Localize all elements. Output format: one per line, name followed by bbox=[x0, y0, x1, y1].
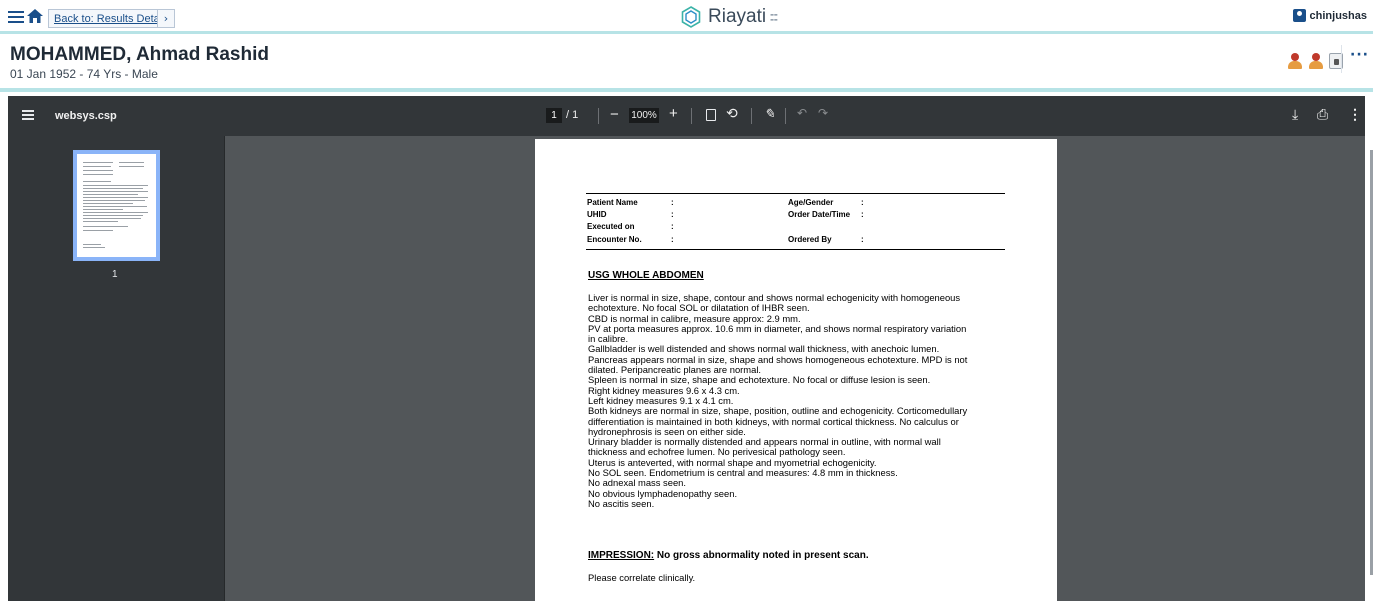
undo-icon[interactable]: ↶ bbox=[797, 106, 807, 120]
brand-tagline-mark: ▬▬ ▬▬ bbox=[770, 12, 778, 22]
menu-icon[interactable] bbox=[8, 11, 24, 23]
pdf-toolbar: websys.csp 1 / 1 − 100% + ⟲ ✎ ↶ ↷ ⤓ ⎙ ⋮ bbox=[8, 96, 1365, 136]
impression-label: IMPRESSION: bbox=[588, 550, 655, 561]
header-colon: : bbox=[671, 235, 674, 244]
header-label: Order Date/Time bbox=[788, 210, 851, 219]
thumbnail-sidebar: 1 bbox=[8, 136, 225, 601]
chevron-right-icon[interactable]: › bbox=[157, 9, 175, 28]
toolbar-divider bbox=[751, 108, 752, 124]
header-label: Age/Gender bbox=[788, 198, 834, 207]
report-title: USG WHOLE ABDOMEN bbox=[588, 270, 704, 281]
report-line: No ascitis seen. bbox=[588, 497, 655, 509]
header-colon: : bbox=[861, 210, 864, 219]
patient-alert-icon[interactable] bbox=[1287, 53, 1302, 69]
patient-alert-icons bbox=[1287, 53, 1343, 69]
brand-name: Riayati bbox=[708, 6, 767, 27]
zoom-out-icon[interactable]: − bbox=[610, 106, 619, 123]
brand-logo: Riayati ▬▬ ▬▬ bbox=[680, 6, 786, 28]
zoom-level-input[interactable]: 100% bbox=[629, 108, 659, 123]
header-label: UHID bbox=[587, 210, 607, 219]
page-total: / 1 bbox=[566, 109, 579, 121]
patient-alert-icon[interactable] bbox=[1308, 53, 1323, 69]
header-colon: : bbox=[671, 198, 674, 207]
patient-details: 01 Jan 1952 - 74 Yrs - Male bbox=[10, 67, 158, 81]
user-name: chinjushas bbox=[1309, 9, 1367, 22]
header-colon: : bbox=[671, 210, 674, 219]
zoom-in-icon[interactable]: + bbox=[669, 105, 678, 122]
print-icon[interactable]: ⎙ bbox=[1317, 106, 1328, 123]
header-label: Ordered By bbox=[788, 235, 832, 244]
fit-to-page-icon[interactable] bbox=[706, 109, 716, 121]
top-navigation-bar: Back to: Results Detail › Riayati ▬▬ ▬▬ c… bbox=[0, 0, 1373, 34]
header-colon: : bbox=[861, 235, 864, 244]
header-colon: : bbox=[861, 198, 864, 207]
report-header-table: Patient Name : Age/Gender : UHID : Order… bbox=[586, 193, 1005, 250]
pdf-page: Patient Name : Age/Gender : UHID : Order… bbox=[535, 139, 1057, 609]
patient-banner: MOHAMMED, Ahmad Rashid 01 Jan 1952 - 74 … bbox=[0, 37, 1373, 92]
more-options-icon[interactable]: ··· bbox=[1341, 45, 1369, 73]
patient-name: MOHAMMED, Ahmad Rashid bbox=[10, 44, 269, 65]
report-line: PV at porta measures approx. 10.6 mm in … bbox=[588, 322, 967, 334]
page-number-input[interactable]: 1 bbox=[546, 108, 562, 123]
rotate-icon[interactable]: ⟲ bbox=[726, 105, 738, 122]
toolbar-divider bbox=[691, 108, 692, 124]
report-header-row: Executed on : bbox=[586, 222, 1005, 234]
page-thumbnail[interactable] bbox=[73, 150, 160, 261]
header-colon: : bbox=[671, 222, 674, 231]
header-label: Patient Name bbox=[587, 198, 638, 207]
sidebar-toggle-icon[interactable] bbox=[22, 110, 34, 122]
header-label: Executed on bbox=[587, 222, 635, 231]
toolbar-divider bbox=[598, 108, 599, 124]
closing-note: Please correlate clinically. bbox=[588, 572, 696, 583]
home-icon[interactable] bbox=[27, 9, 43, 23]
thumbnail-page-number: 1 bbox=[112, 269, 118, 280]
pdf-file-name: websys.csp bbox=[55, 110, 117, 122]
redo-icon[interactable]: ↷ bbox=[818, 106, 828, 120]
download-icon[interactable]: ⤓ bbox=[1292, 106, 1298, 123]
annotate-icon[interactable]: ✎ bbox=[764, 106, 775, 122]
report-header-row: Encounter No. : Ordered By : bbox=[586, 235, 1005, 247]
more-actions-icon[interactable]: ⋮ bbox=[1348, 106, 1362, 123]
user-icon bbox=[1292, 9, 1306, 22]
report-header-row: UHID : Order Date/Time : bbox=[586, 210, 1005, 222]
impression-text: No gross abnormality noted in present sc… bbox=[654, 550, 869, 561]
report-body: Liver is normal in size, shape, contour … bbox=[588, 292, 1008, 509]
report-header-row: Patient Name : Age/Gender : bbox=[586, 198, 1005, 210]
pdf-viewer: websys.csp 1 / 1 − 100% + ⟲ ✎ ↶ ↷ ⤓ ⎙ ⋮ bbox=[8, 96, 1373, 609]
riayati-logo-icon bbox=[681, 6, 701, 28]
back-to-results-link[interactable]: Back to: Results Detail bbox=[48, 9, 171, 28]
header-label: Encounter No. bbox=[587, 235, 642, 244]
user-menu[interactable]: chinjushas bbox=[1292, 9, 1367, 22]
toolbar-divider bbox=[785, 108, 786, 124]
impression: IMPRESSION: No gross abnormality noted i… bbox=[588, 550, 869, 561]
